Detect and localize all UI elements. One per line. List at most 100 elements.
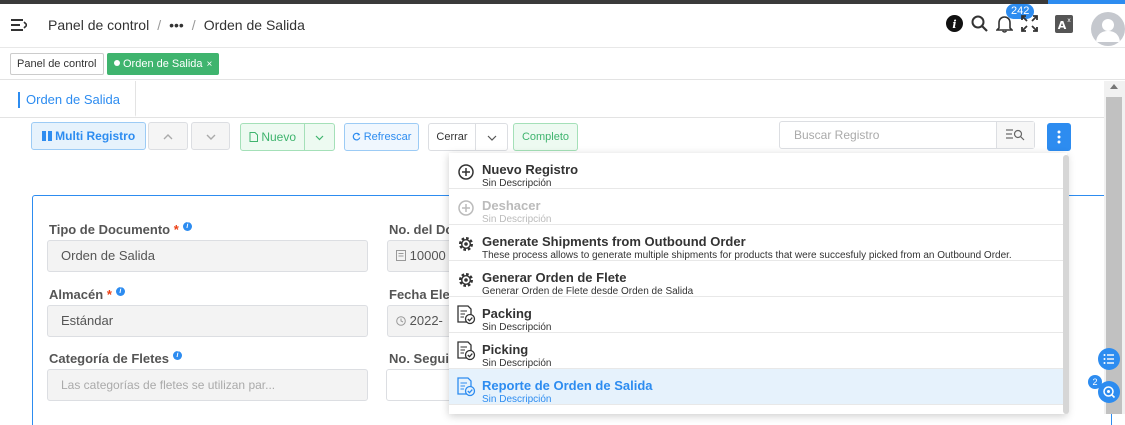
breadcrumb-root[interactable]: Panel de control bbox=[48, 17, 149, 33]
tipo-documento-field[interactable]: Orden de Salida bbox=[47, 240, 368, 272]
avatar[interactable] bbox=[1091, 12, 1125, 46]
no-seguimiento-field[interactable] bbox=[386, 369, 456, 401]
gear-icon bbox=[459, 237, 473, 251]
label-text: Tipo de Documento bbox=[49, 222, 171, 237]
fecha-value: 2022- bbox=[409, 313, 443, 328]
menu-item-title: Nuevo Registro bbox=[482, 162, 579, 177]
menu-item-title: Reporte de Orden de Salida bbox=[482, 378, 653, 393]
tag-panel-de-control[interactable]: Panel de control bbox=[10, 53, 104, 75]
list-view-button[interactable] bbox=[1098, 348, 1120, 370]
completo-label: Completo bbox=[521, 131, 570, 143]
chevron-down-icon bbox=[487, 135, 496, 141]
info-icon[interactable]: i bbox=[172, 351, 182, 360]
no-seguimiento-label: No. Seguir bbox=[389, 351, 455, 366]
kebab-icon bbox=[1057, 130, 1061, 144]
nuevo-dropdown-button[interactable] bbox=[304, 123, 335, 151]
menu-item-desc: Sin Descripción bbox=[482, 394, 552, 405]
zoom-icon bbox=[1103, 386, 1116, 399]
scroll-up-icon[interactable] bbox=[1110, 84, 1118, 89]
svg-text:x: x bbox=[1067, 17, 1071, 24]
previous-record-button[interactable] bbox=[148, 122, 188, 150]
dropdown-scrollbar[interactable] bbox=[1063, 155, 1069, 414]
almacen-field[interactable]: Estándar bbox=[47, 305, 368, 337]
menu-item-desc: Sin Descripción bbox=[482, 178, 552, 189]
new-document-icon bbox=[249, 132, 258, 142]
breadcrumb-ellipsis[interactable]: ••• bbox=[169, 17, 184, 33]
zoom-search-button[interactable] bbox=[1098, 381, 1120, 403]
breadcrumb-separator: / bbox=[157, 17, 162, 33]
completo-button[interactable]: Completo bbox=[513, 123, 578, 151]
menu-item-generar-orden-flete[interactable]: Generar Orden de Flete Generar Orden de … bbox=[449, 261, 1065, 297]
menu-item-packing[interactable]: Packing Sin Descripción bbox=[449, 297, 1065, 333]
advanced-search-button[interactable] bbox=[996, 122, 1034, 148]
search-placeholder: Buscar Registro bbox=[794, 128, 880, 142]
almacen-label: Almacén * i bbox=[49, 287, 125, 302]
tag-orden-de-salida[interactable]: Orden de Salida × bbox=[107, 53, 220, 75]
menu-item-title: Packing bbox=[482, 306, 532, 321]
menu-item-deshacer[interactable]: Deshacer Sin Descripción bbox=[449, 189, 1065, 225]
tab-divider bbox=[0, 117, 1104, 118]
user-icon bbox=[1096, 19, 1120, 42]
required-mark: * bbox=[173, 222, 179, 237]
tag-label: Orden de Salida bbox=[123, 58, 203, 70]
info-icon[interactable]: i bbox=[182, 222, 192, 231]
actions-dropdown-menu: Nuevo Registro Sin Descripción Deshacer … bbox=[449, 153, 1067, 414]
fecha-field[interactable]: 2022- bbox=[387, 305, 457, 337]
menu-item-title: Generar Orden de Flete bbox=[482, 270, 627, 285]
menu-item-desc: Sin Descripción bbox=[482, 322, 552, 333]
plus-circle-icon bbox=[458, 164, 474, 180]
menu-item-desc: Sin Descripción bbox=[482, 358, 552, 369]
categoria-fletes-field[interactable]: Las categorías de fletes se utilizan par… bbox=[47, 369, 368, 401]
menu-item-reporte-orden-salida[interactable]: Reporte de Orden de Salida Sin Descripci… bbox=[449, 369, 1065, 405]
fullscreen-icon[interactable] bbox=[1021, 15, 1038, 32]
tag-close-icon[interactable]: × bbox=[207, 59, 213, 70]
breadcrumb-separator: / bbox=[191, 17, 196, 33]
tag-dot-icon bbox=[114, 60, 120, 66]
report-icon bbox=[457, 341, 476, 361]
required-mark: * bbox=[106, 287, 112, 302]
no-documento-value: 10000 bbox=[409, 248, 446, 263]
document-icon bbox=[396, 250, 406, 261]
tab-label: Orden de Salida bbox=[26, 92, 120, 107]
label-text: Almacén bbox=[49, 287, 104, 302]
tag-label: Panel de control bbox=[17, 58, 97, 70]
grid-icon bbox=[41, 131, 52, 141]
next-record-button[interactable] bbox=[191, 122, 230, 150]
menu-item-desc: These process allows to generate multipl… bbox=[482, 250, 1012, 261]
refresh-icon bbox=[352, 132, 361, 141]
chevron-down-icon bbox=[315, 135, 324, 141]
tag-bar: Panel de control Orden de Salida × bbox=[0, 48, 1125, 80]
breadcrumb-current: Orden de Salida bbox=[203, 17, 305, 33]
label-text: Categoría de Fletes bbox=[49, 351, 169, 366]
search-icon[interactable] bbox=[971, 15, 988, 32]
nuevo-button[interactable]: Nuevo bbox=[240, 123, 305, 151]
clock-icon bbox=[396, 316, 406, 326]
nuevo-label: Nuevo bbox=[261, 130, 297, 144]
translate-icon[interactable]: Ax bbox=[1055, 15, 1073, 33]
menu-item-title: Picking bbox=[482, 342, 529, 357]
list-search-icon bbox=[1006, 129, 1025, 141]
cerrar-dropdown-button[interactable] bbox=[475, 123, 508, 151]
refrescar-button[interactable]: Refrescar bbox=[344, 123, 419, 151]
no-documento-label: No. del Do bbox=[389, 222, 454, 237]
cerrar-button[interactable]: Cerrar bbox=[428, 123, 476, 151]
app-header: Panel de control / ••• / Orden de Salida i 2… bbox=[0, 4, 1125, 48]
menu-item-desc: Generar Orden de Flete desde Orden de Sa… bbox=[482, 286, 694, 297]
chevron-up-icon bbox=[163, 134, 173, 140]
info-icon[interactable]: i bbox=[115, 287, 125, 296]
svg-text:i: i bbox=[952, 18, 956, 31]
menu-item-desc: Sin Descripción bbox=[482, 214, 552, 225]
menu-item-nuevo-registro[interactable]: Nuevo Registro Sin Descripción bbox=[449, 153, 1065, 189]
menu-item-generate-shipments[interactable]: Generate Shipments from Outbound Order T… bbox=[449, 225, 1065, 261]
menu-item-picking[interactable]: Picking Sin Descripción bbox=[449, 333, 1065, 369]
menu-toggle-icon[interactable] bbox=[11, 17, 27, 33]
info-icon[interactable]: i bbox=[946, 15, 963, 32]
report-icon bbox=[457, 377, 476, 397]
multi-registro-button[interactable]: Multi Registro bbox=[31, 122, 146, 150]
search-input[interactable]: Buscar Registro bbox=[779, 121, 1035, 149]
no-documento-field[interactable]: 10000 bbox=[387, 240, 457, 272]
fecha-label: Fecha Eleg bbox=[389, 287, 458, 302]
multi-registro-label: Multi Registro bbox=[55, 129, 136, 143]
tab-orden-de-salida[interactable]: Orden de Salida bbox=[10, 81, 136, 117]
more-actions-button[interactable] bbox=[1047, 123, 1071, 151]
